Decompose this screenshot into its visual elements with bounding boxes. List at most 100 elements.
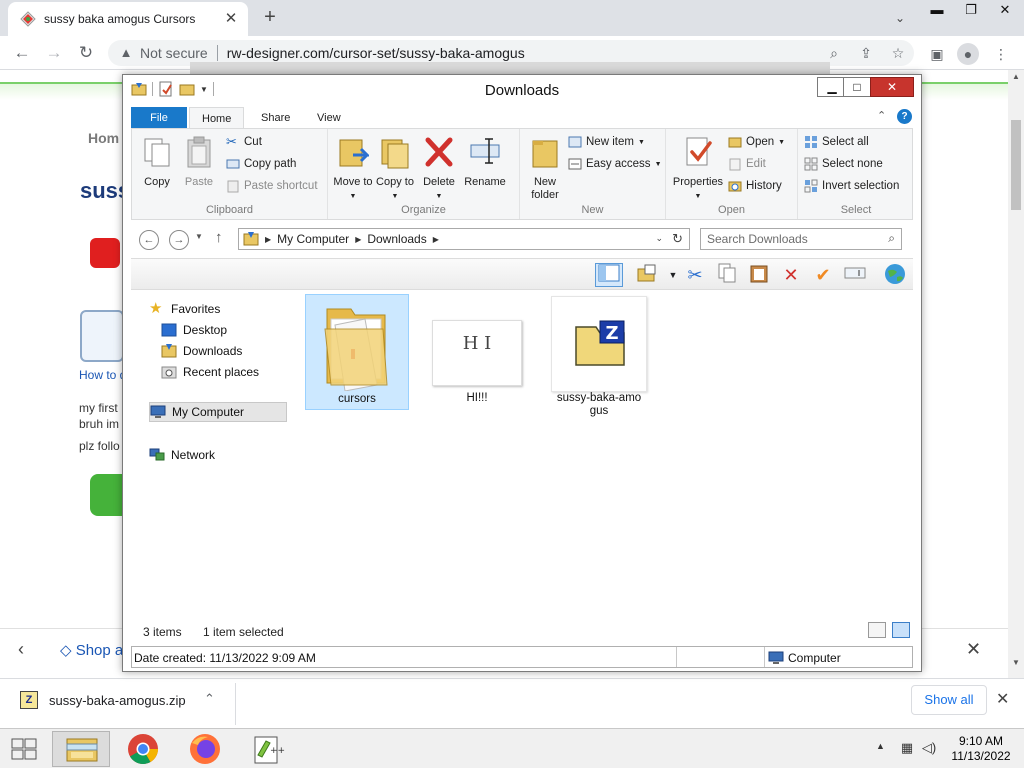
explorer-back-icon[interactable]: ←: [139, 230, 159, 250]
rename-field-icon[interactable]: [841, 263, 869, 287]
move-to-button[interactable]: Move to ▼: [332, 135, 374, 203]
breadcrumb-arrow-icon[interactable]: ▶: [265, 235, 271, 244]
shop-link[interactable]: ◇ Shop a: [60, 641, 123, 659]
select-none-button[interactable]: Select none: [804, 155, 883, 173]
nav-favorites[interactable]: ★ Favorites: [149, 299, 220, 319]
scroll-down-arrow-icon[interactable]: ▼: [1008, 656, 1024, 670]
explorer-titlebar[interactable]: ▼ Downloads ▁ □ ✕: [123, 75, 921, 105]
shop-close-icon[interactable]: ✕: [966, 639, 981, 660]
preview-pane-icon[interactable]: [595, 263, 623, 287]
breadcrumb-arrow-icon[interactable]: ▶: [355, 235, 361, 244]
search-downloads-input[interactable]: Search Downloads ⌕: [700, 228, 902, 250]
easy-access-button[interactable]: Easy access ▼: [568, 155, 662, 173]
web-how-to-link[interactable]: How to d: [79, 368, 126, 382]
warning-icon[interactable]: ▲: [118, 45, 134, 61]
tab-search-chevron-icon[interactable]: ⌄: [888, 6, 912, 30]
reload-icon[interactable]: ↻: [74, 41, 98, 65]
properties-check-icon[interactable]: ✔: [809, 263, 837, 287]
share-icon[interactable]: ⇪: [856, 43, 876, 63]
volume-icon[interactable]: ◁): [920, 739, 938, 757]
copy-to-button[interactable]: Copy to ▼: [374, 135, 416, 203]
tray-expand-icon[interactable]: ▲: [876, 741, 885, 751]
recent-locations-dropdown-icon[interactable]: ▼: [195, 232, 203, 241]
file-item-hi[interactable]: H I HI!!!: [425, 294, 529, 410]
cut-scissors-icon[interactable]: ✂: [681, 263, 709, 287]
explorer-close-icon[interactable]: ✕: [870, 77, 914, 97]
history-button[interactable]: History: [728, 177, 782, 195]
breadcrumb-arrow-icon[interactable]: ▶: [433, 235, 439, 244]
minimize-icon[interactable]: ▬: [920, 0, 954, 20]
taskbar-firefox[interactable]: [176, 731, 234, 767]
bookmark-star-icon[interactable]: ☆: [888, 43, 908, 63]
rename-button[interactable]: Rename: [464, 135, 506, 189]
breadcrumb-downloads[interactable]: Downloads: [367, 232, 426, 246]
new-item-button[interactable]: New item ▼: [568, 133, 645, 151]
nav-downloads[interactable]: Downloads: [161, 341, 242, 361]
tab-share[interactable]: Share: [249, 107, 302, 129]
globe-icon[interactable]: [881, 263, 909, 287]
page-scroll-thumb[interactable]: [1011, 120, 1021, 210]
tab-close-icon[interactable]: ✕: [222, 10, 240, 28]
file-item-sussy-zip[interactable]: Z sussy-baka-amo gus: [547, 294, 651, 417]
open-button[interactable]: Open ▼: [728, 133, 785, 151]
file-item-cursors[interactable]: cursors: [305, 294, 409, 410]
paste-clipboard-icon[interactable]: [745, 263, 773, 287]
scroll-up-arrow-icon[interactable]: ▲: [1008, 70, 1024, 84]
shelf-close-icon[interactable]: ✕: [996, 689, 1009, 709]
nav-network[interactable]: Network: [149, 445, 215, 465]
side-panel-icon[interactable]: ▣: [926, 43, 948, 65]
taskbar-notepad-plus[interactable]: ++: [238, 731, 296, 767]
large-icons-view-icon[interactable]: [892, 622, 910, 638]
help-icon[interactable]: ?: [897, 109, 912, 124]
up-arrow-icon[interactable]: ↑: [215, 229, 223, 246]
select-all-button[interactable]: Select all: [804, 133, 869, 151]
search-icon[interactable]: ⌕: [888, 231, 895, 246]
forward-icon[interactable]: →: [42, 41, 66, 65]
tab-home[interactable]: Home: [189, 107, 245, 129]
paste-button[interactable]: Paste: [178, 135, 220, 189]
delete-red-x-icon[interactable]: ✕: [777, 263, 805, 287]
nav-desktop[interactable]: Desktop: [161, 320, 227, 340]
close-icon[interactable]: ✕: [988, 0, 1022, 20]
copy-button[interactable]: Copy: [136, 135, 178, 189]
taskbar-chrome[interactable]: [114, 731, 172, 767]
check-folder-icon[interactable]: [633, 263, 661, 287]
chevron-left-icon[interactable]: ‹: [18, 639, 24, 660]
chevron-up-icon[interactable]: ⌃: [204, 691, 215, 707]
details-view-icon[interactable]: [868, 622, 886, 638]
not-secure-label[interactable]: Not secure: [140, 45, 208, 61]
invert-selection-button[interactable]: Invert selection: [804, 177, 899, 195]
address-bar[interactable]: ▶ My Computer ▶ Downloads ▶ ⌄ ↻: [238, 228, 690, 250]
edit-button[interactable]: Edit: [728, 155, 766, 173]
network-tray-icon[interactable]: ▦: [898, 739, 916, 757]
show-all-button[interactable]: Show all: [911, 685, 987, 715]
address-dropdown-icon[interactable]: ⌄: [655, 233, 663, 244]
nav-recent-places[interactable]: Recent places: [161, 362, 259, 382]
zoom-search-icon[interactable]: ⌕: [824, 43, 844, 63]
back-icon[interactable]: ←: [10, 41, 34, 65]
ribbon-collapse-icon[interactable]: ⌃: [877, 109, 886, 122]
browser-tab[interactable]: sussy baka amogus Cursors ✕: [8, 2, 248, 36]
download-file-name[interactable]: sussy-baka-amogus.zip: [49, 693, 186, 708]
explorer-maximize-icon[interactable]: □: [843, 77, 871, 97]
delete-button[interactable]: Delete ▼: [418, 135, 460, 203]
refresh-icon[interactable]: ↻: [672, 231, 683, 247]
cut-button[interactable]: ✂ Cut: [226, 133, 262, 151]
tab-view[interactable]: View: [305, 107, 353, 129]
tab-file[interactable]: File: [131, 107, 187, 129]
properties-button[interactable]: Properties ▼: [670, 135, 726, 203]
paste-shortcut-button[interactable]: Paste shortcut: [226, 177, 318, 195]
copy-path-button[interactable]: Copy path: [226, 155, 296, 173]
taskbar-file-explorer[interactable]: [52, 731, 110, 767]
zip-file-icon[interactable]: Z: [20, 691, 38, 709]
breadcrumb-my-computer[interactable]: My Computer: [277, 232, 349, 246]
explorer-forward-icon[interactable]: →: [169, 230, 189, 250]
floppy-disk-icon[interactable]: [80, 310, 124, 362]
url-text[interactable]: rw-designer.com/cursor-set/sussy-baka-am…: [227, 45, 525, 61]
new-tab-button[interactable]: +: [258, 6, 282, 30]
restore-icon[interactable]: ❐: [954, 0, 988, 20]
taskbar-clock[interactable]: 9:10 AM 11/13/2022: [946, 734, 1016, 764]
menu-kebab-icon[interactable]: ⋮: [990, 43, 1012, 65]
new-folder-button[interactable]: New folder: [524, 135, 566, 202]
web-nav-home[interactable]: Hom: [88, 130, 119, 146]
